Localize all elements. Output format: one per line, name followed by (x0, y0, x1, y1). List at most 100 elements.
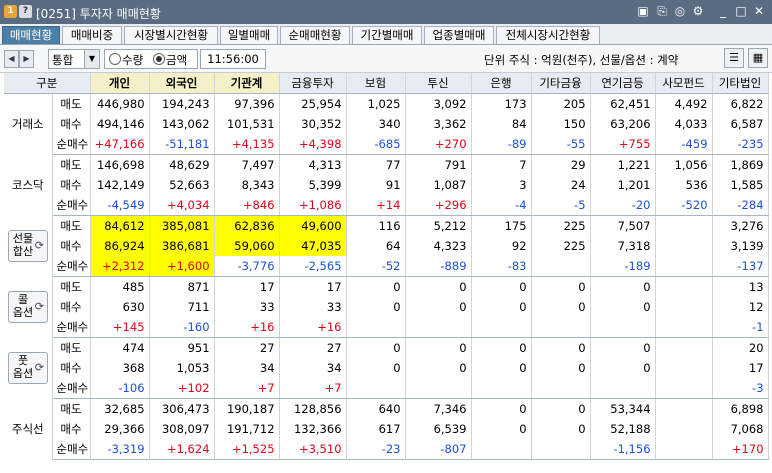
table-row[interactable]: 주식선 매도 32,685 306,473 190,187 128,856 640 7,346… (4, 398, 769, 460)
table-row[interactable]: 콜 옵션 ⟳ 매도 485 871 17 17 0 0 0 0 0 13 (4, 276, 769, 338)
cell-net (590, 317, 656, 338)
camera-icon[interactable]: ◎ (673, 4, 687, 18)
refresh-icon[interactable]: ⟳ (35, 361, 44, 374)
cell-buy: 132,366 (279, 419, 347, 439)
tab-trading-status[interactable]: 매매현황 (2, 26, 60, 44)
prev-arrow-icon[interactable]: ◀ (4, 50, 19, 68)
cell-net: +4,398 (279, 134, 347, 155)
tab-period-trading[interactable]: 기간별매매 (352, 26, 422, 44)
cell-sell: 0 (405, 337, 472, 358)
col-header-institution[interactable]: 기관계 (214, 73, 280, 94)
cell-buy: 8,343 (214, 175, 280, 195)
cell-buy: 3,362 (405, 114, 472, 134)
minimize-icon[interactable]: _ (716, 4, 730, 18)
tab-net-trading[interactable]: 순매매현황 (280, 26, 350, 44)
cell-sell: 53,344 (590, 398, 656, 419)
next-arrow-icon[interactable]: ▶ (19, 50, 34, 68)
col-header-pension[interactable]: 연기금등 (590, 73, 656, 94)
group-toggle-button[interactable]: 콜 옵션 ⟳ (8, 291, 48, 323)
group-label[interactable]: 선물 합산 ⟳ (4, 215, 53, 277)
radio-quantity[interactable] (109, 53, 121, 65)
table-view-icon[interactable]: ☰ (724, 48, 744, 68)
tab-daily-trading[interactable]: 일별매매 (220, 26, 278, 44)
tab-trading-ratio[interactable]: 매매비중 (62, 26, 122, 44)
table-row[interactable]: 매수 368 1,053 34 34 0 0 0 0 0 17 (4, 358, 769, 378)
group-label[interactable]: 풋 옵션 ⟳ (4, 337, 53, 399)
cell-buy: 101,531 (214, 114, 280, 134)
table-row[interactable]: 매수 29,366 308,097 191,712 132,366 617 6,539 0 0 5… (4, 419, 769, 439)
cell-buy: 30,352 (279, 114, 347, 134)
group-name: 주식선 (11, 422, 44, 436)
table-row[interactable]: 순매수 -106 +102 +7 +7 -3 (4, 378, 769, 399)
help-icon[interactable]: ? (19, 5, 32, 18)
row-label-net: 순매수 (52, 317, 91, 338)
col-header-trust[interactable]: 투신 (405, 73, 472, 94)
cell-net: -4,549 (90, 195, 150, 216)
cell-sell: 27 (214, 337, 280, 358)
cell-sell: 0 (531, 398, 591, 419)
cell-buy: 33 (214, 297, 280, 317)
col-header-private-fund[interactable]: 사모펀드 (655, 73, 713, 94)
cell-buy: 63,206 (590, 114, 656, 134)
maximize-icon[interactable]: □ (734, 4, 748, 18)
table-row[interactable]: 거래소 매도 446,980 194,243 97,396 25,954 1,025 3,09… (4, 93, 769, 155)
group-label: 코스닥 (4, 154, 53, 216)
grid-view-icon[interactable]: ▦ (748, 48, 768, 68)
time-input[interactable]: 11:56:00 (200, 49, 266, 69)
tab-all-market-time[interactable]: 전체시장시간현황 (496, 26, 600, 44)
radio-amount[interactable] (153, 53, 165, 65)
col-header-foreign[interactable]: 외국인 (149, 73, 215, 94)
group-label[interactable]: 콜 옵션 ⟳ (4, 276, 53, 338)
col-header-other-corp[interactable]: 기타법인 (712, 73, 769, 94)
tab-market-time-status[interactable]: 시장별시간현황 (124, 26, 218, 44)
col-header-financial-investment[interactable]: 금융투자 (279, 73, 347, 94)
table-row[interactable]: 매수 86,924 386,681 59,060 47,035 64 4,323 92 225 7… (4, 236, 769, 256)
cell-sell: 4,492 (655, 93, 713, 114)
chevron-down-icon[interactable]: ▼ (84, 50, 99, 68)
table-row[interactable]: 코스닥 매도 146,698 48,629 7,497 4,313 77 791 7 29 1,22… (4, 154, 769, 216)
table-row[interactable]: 순매수 +2,312 +1,600 -3,776 -2,565 -52 -889 -83 -18… (4, 256, 769, 277)
screen-number-icon[interactable]: 1 (4, 5, 17, 18)
group-toggle-button[interactable]: 풋 옵션 ⟳ (8, 352, 48, 384)
row-label-buy: 매수 (52, 297, 91, 317)
cell-sell: 128,856 (279, 398, 347, 419)
table-row[interactable]: 매수 494,146 143,062 101,531 30,352 340 3,362 84 1… (4, 114, 769, 134)
refresh-icon[interactable]: ⟳ (35, 239, 44, 252)
save-icon[interactable]: ⎘ (655, 4, 669, 18)
cell-net: +4,034 (149, 195, 215, 216)
radio-quantity-label[interactable]: 수량 (122, 52, 143, 68)
group-toggle-button[interactable]: 선물 합산 ⟳ (8, 230, 48, 262)
cell-net (531, 256, 591, 277)
col-header-bank[interactable]: 은행 (471, 73, 532, 94)
cell-net: -20 (590, 195, 656, 216)
cell-buy: 52,663 (149, 175, 215, 195)
cell-net: +270 (405, 134, 472, 155)
cell-net: -235 (712, 134, 769, 155)
cell-buy: 0 (590, 358, 656, 378)
table-row[interactable]: 순매수 -3,319 +1,624 +1,525 +3,510 -23 -807 -1,156… (4, 439, 769, 460)
link-icon[interactable]: ▣ (636, 4, 650, 18)
col-header-individual[interactable]: 개인 (90, 73, 150, 94)
cell-net (531, 378, 591, 399)
cell-buy: 630 (90, 297, 150, 317)
table-row[interactable]: 순매수 -4,549 +4,034 +846 +1,086 +14 +296 -4 -5 -20-… (4, 195, 769, 216)
radio-amount-label[interactable]: 금액 (166, 52, 187, 68)
cell-buy: 494,146 (90, 114, 150, 134)
tab-sector-trading[interactable]: 업종별매매 (424, 26, 494, 44)
refresh-icon[interactable]: ⟳ (35, 300, 44, 313)
col-header-other-finance[interactable]: 기타금융 (531, 73, 591, 94)
close-icon[interactable]: ✕ (752, 4, 766, 18)
row-label-net: 순매수 (52, 256, 91, 277)
table-row[interactable]: 순매수 +145 -160 +16 +16 -1 (4, 317, 769, 338)
col-header-insurance[interactable]: 보험 (346, 73, 406, 94)
table-row[interactable]: 매수 630 711 33 33 0 0 0 0 0 12 (4, 297, 769, 317)
settings-gear-icon[interactable]: ⚙ (691, 4, 705, 18)
table-row[interactable]: 매수 142,149 52,663 8,343 5,399 91 1,087 3 24 1,201… (4, 175, 769, 195)
market-select[interactable]: 통합 ▼ (48, 49, 100, 69)
cell-sell: 7 (471, 154, 532, 175)
cell-sell: 0 (590, 337, 656, 358)
table-row[interactable]: 순매수 +47,166 -51,181 +4,135 +4,398 -685 +270 -89… (4, 134, 769, 155)
table-row[interactable]: 풋 옵션 ⟳ 매도 474 951 27 27 0 0 0 0 0 20 (4, 337, 769, 399)
table-row[interactable]: 선물 합산 ⟳ 매도 84,612 385,081 62,836 49,600 116 5,21… (4, 215, 769, 277)
cell-net: +3,510 (279, 439, 347, 460)
